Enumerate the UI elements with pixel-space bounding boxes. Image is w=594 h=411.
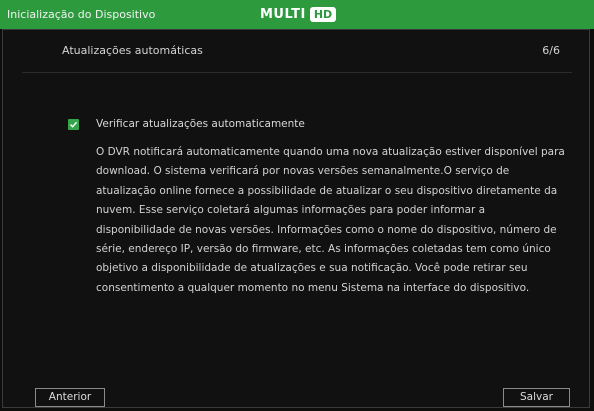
page-title: Atualizações automáticas (62, 44, 203, 57)
check-icon (69, 121, 78, 128)
title-bar: Inicialização do Dispositivo MULTI HD (0, 0, 594, 29)
step-counter: 6/6 (542, 44, 560, 57)
description-text: O DVR notificará automaticamente quando … (96, 146, 565, 294)
auto-update-label: Verificar atualizações automaticamente (96, 118, 305, 130)
auto-update-checkbox[interactable] (68, 119, 79, 130)
window-title: Inicialização do Dispositivo (7, 8, 156, 21)
previous-button[interactable]: Anterior (35, 388, 105, 407)
brand-logo: MULTI HD (260, 6, 337, 23)
auto-update-option[interactable]: Verificar atualizações automaticamente (68, 118, 305, 130)
header-divider (22, 72, 572, 73)
page-header: Atualizações automáticas 6/6 (62, 44, 562, 57)
logo-badge: HD (309, 7, 337, 22)
save-button[interactable]: Salvar (503, 388, 570, 407)
logo-text: MULTI (260, 7, 306, 22)
